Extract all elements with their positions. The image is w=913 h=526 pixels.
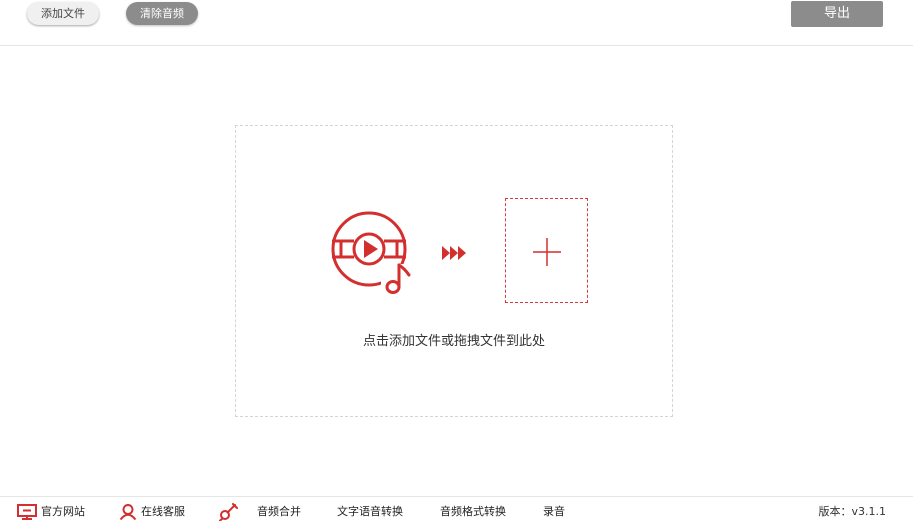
- online-service-label: 在线客服: [141, 505, 185, 518]
- app-window: 添加文件 清除音频 导出 点击添加文件或拖拽文件到此处 官方网站 在线客服 音频…: [0, 0, 913, 526]
- text-to-speech-label: 文字语音转换: [337, 505, 403, 518]
- official-website-link[interactable]: 官方网站: [17, 497, 85, 526]
- audio-format-convert-label: 音频格式转换: [440, 505, 506, 518]
- version-text: 版本：v3.1.1: [818, 505, 887, 518]
- recording-label: 录音: [543, 505, 565, 518]
- bottom-bar: 官方网站 在线客服 音频合并 文字语音转换 音频格式转换 录音 版本：v3.1.…: [0, 496, 913, 526]
- online-service-link[interactable]: 在线客服: [119, 497, 185, 526]
- drop-hint-text: 点击添加文件或拖拽文件到此处: [362, 334, 545, 349]
- top-toolbar: 添加文件 清除音频 导出: [0, 0, 913, 46]
- audio-merge-link[interactable]: 音频合并: [219, 497, 301, 526]
- audio-format-convert-link[interactable]: 音频格式转换: [440, 497, 506, 526]
- user-icon: [119, 504, 137, 520]
- text-to-speech-link[interactable]: 文字语音转换: [337, 497, 403, 526]
- monitor-icon: [17, 504, 37, 520]
- audio-merge-label: 音频合并: [257, 505, 301, 518]
- export-button[interactable]: 导出: [791, 1, 883, 27]
- video-music-icon: [331, 211, 411, 296]
- forward-arrows-icon: [442, 246, 466, 260]
- guitar-icon: [219, 503, 238, 521]
- plus-icon: [533, 238, 561, 266]
- official-website-label: 官方网站: [41, 505, 85, 518]
- recording-link[interactable]: 录音: [543, 497, 565, 526]
- add-file-target[interactable]: [505, 198, 588, 303]
- add-file-button[interactable]: 添加文件: [27, 2, 99, 25]
- file-drop-zone[interactable]: 点击添加文件或拖拽文件到此处: [235, 125, 673, 417]
- clear-audio-button[interactable]: 清除音频: [126, 2, 198, 25]
